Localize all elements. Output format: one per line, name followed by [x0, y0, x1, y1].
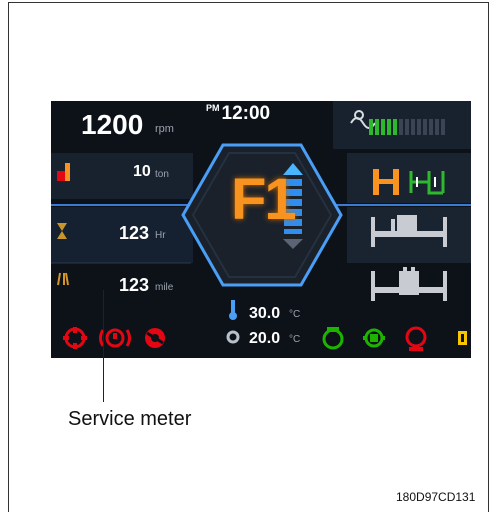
rpm-value: 1200	[81, 109, 144, 140]
hours-unit: Hr	[155, 230, 166, 241]
transmission-icon	[363, 328, 385, 348]
road-icon	[57, 272, 69, 286]
engine-oil-icon	[405, 326, 427, 351]
warning-icon	[63, 327, 87, 349]
figure-code: 180D97CD131	[396, 490, 476, 504]
temp-value: 30.0	[249, 305, 281, 322]
clock-time: 12:00	[221, 103, 271, 124]
brake-warning-icon	[99, 328, 131, 348]
fuel-bar-lit	[387, 119, 391, 135]
fuel-bar-unlit	[417, 119, 421, 135]
rpm-unit: rpm	[155, 123, 174, 135]
fuel-bar-lit	[393, 119, 397, 135]
clock-meridiem: PM	[206, 103, 220, 113]
load-icon	[57, 171, 65, 181]
fork-lift-icon	[371, 267, 447, 301]
display-screen: 1200 rpm PM 12:00 10 ton 123 Hr 123 mile …	[51, 101, 471, 358]
thermometer-icon	[231, 300, 235, 314]
temp-unit: °C	[289, 334, 301, 345]
fuel-bar-unlit	[399, 119, 403, 135]
temp-value: 20.0	[249, 330, 281, 347]
load-unit: ton	[155, 169, 169, 180]
fuel-bar-lit	[381, 119, 385, 135]
fuel-bar-lit	[369, 119, 373, 135]
clock: PM 12:00	[206, 103, 270, 125]
gear-indicator: F1	[231, 167, 297, 232]
hours-value: 123	[119, 223, 150, 243]
fuel-bar-unlit	[423, 119, 427, 135]
load-panel	[51, 153, 193, 199]
fuel-bar-unlit	[411, 119, 415, 135]
callout-leader-line	[103, 290, 104, 402]
temp-unit: °C	[289, 309, 301, 320]
fuel-bar-unlit	[429, 119, 433, 135]
load-value: 10	[133, 163, 151, 180]
load-icon-bar	[65, 163, 70, 181]
status-panel	[347, 153, 471, 203]
indicator-square-inner	[461, 334, 464, 342]
fuel-bar-unlit	[435, 119, 439, 135]
fuel-bar-lit	[375, 119, 379, 135]
dpf-icon	[322, 327, 344, 350]
fuel-bar-unlit	[441, 119, 445, 135]
thermometer-bulb	[229, 312, 237, 320]
transmission-oil-icon	[226, 330, 240, 344]
fuel-bar-unlit	[405, 119, 409, 135]
service-meter-value: 123	[119, 275, 150, 295]
callout-label: Service meter	[68, 408, 192, 430]
steering-warning-icon	[145, 328, 165, 348]
service-meter-unit: mile	[155, 282, 174, 293]
